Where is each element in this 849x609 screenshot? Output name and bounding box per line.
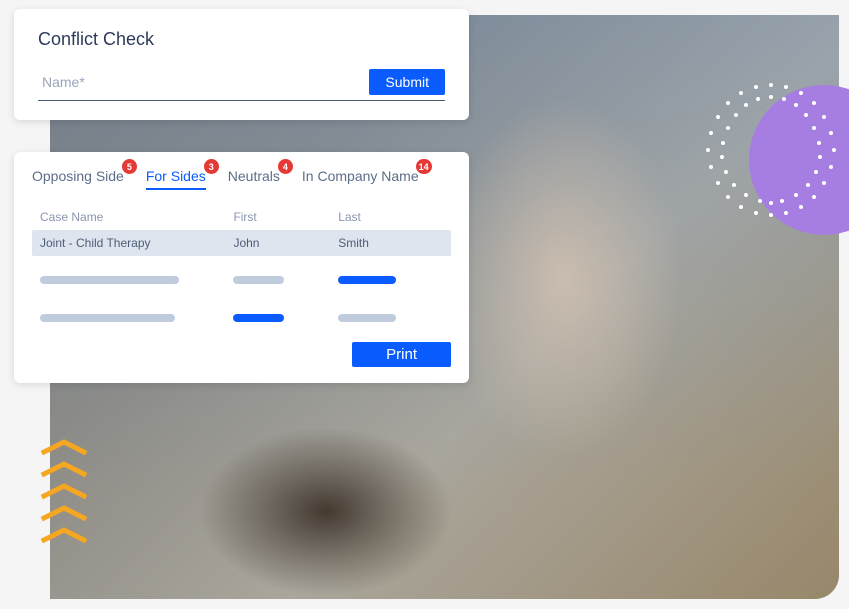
tab-badge: 3 [204,159,219,174]
tab-badge: 5 [122,159,137,174]
col-header-last: Last [338,210,443,224]
name-input[interactable] [38,68,359,96]
tab-badge: 4 [278,159,293,174]
cell-first: John [233,236,338,250]
results-card: Opposing Side 5 For Sides 3 Neutrals 4 I… [14,152,469,383]
table-row[interactable]: Joint - Child Therapy John Smith [32,230,451,256]
tab-badge: 14 [416,159,432,174]
cell-case: Joint - Child Therapy [40,236,233,250]
tab-neutrals[interactable]: Neutrals 4 [228,168,280,190]
table-header: Case Name First Last [32,204,451,230]
tab-label: In Company Name [302,168,419,184]
submit-button[interactable]: Submit [369,69,445,95]
tab-label: Neutrals [228,168,280,184]
col-header-first: First [233,210,338,224]
table-row-placeholder [32,266,451,294]
tab-in-company-name[interactable]: In Company Name 14 [302,168,419,190]
tab-for-sides[interactable]: For Sides 3 [146,168,206,190]
results-tabs: Opposing Side 5 For Sides 3 Neutrals 4 I… [32,168,451,190]
tab-label: Opposing Side [32,168,124,184]
cell-last: Smith [338,236,443,250]
col-header-case: Case Name [40,210,233,224]
conflict-check-card: Conflict Check Submit [14,9,469,120]
table-row-placeholder [32,304,451,332]
conflict-check-title: Conflict Check [38,29,445,50]
name-input-row: Submit [38,68,445,101]
tab-opposing-side[interactable]: Opposing Side 5 [32,168,124,190]
results-footer: Print [32,342,451,367]
decorative-dots-arc [696,75,846,225]
decorative-chevrons [40,438,88,544]
tab-label: For Sides [146,168,206,184]
print-button[interactable]: Print [352,342,451,367]
